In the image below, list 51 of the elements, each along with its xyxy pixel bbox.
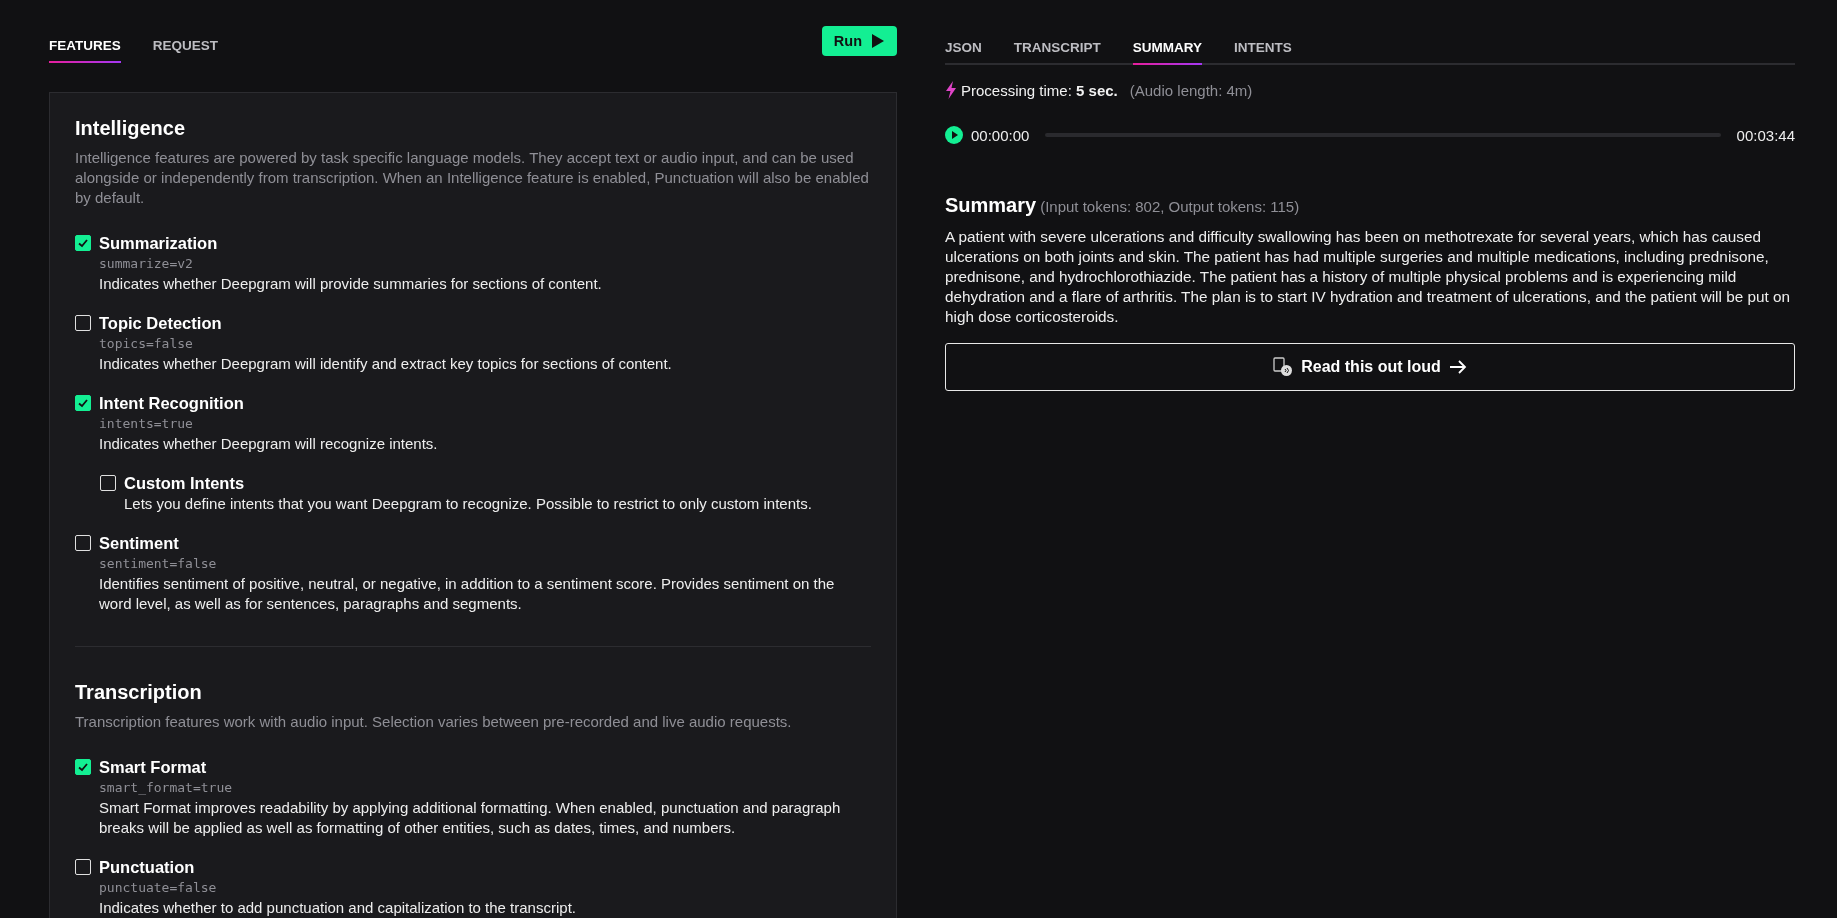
processing-time: Processing time: 5 sec. bbox=[961, 81, 1118, 99]
feature-parameter: smart_format=true bbox=[99, 779, 234, 797]
feature-description: Indicates whether Deepgram will provide summaries for sections of content. bbox=[99, 274, 602, 294]
checkbox[interactable] bbox=[75, 315, 91, 331]
tab[interactable]: TRANSCRIPT bbox=[1013, 40, 1101, 65]
feature-label: Custom Intents bbox=[124, 473, 246, 494]
feature-parameter: summarize=v2 bbox=[99, 255, 194, 273]
summary-title: Summary bbox=[945, 194, 1037, 217]
tab[interactable]: FEATURES bbox=[49, 38, 121, 63]
play-icon[interactable] bbox=[945, 126, 963, 144]
feature-description: Smart Format improves readability by applying additional formatting. When enabled, punctuation and paragraph breaks will be applied as well as formatting of other entities, such as dates, times, and numbers. bbox=[99, 798, 842, 838]
feature-label: Topic Detection bbox=[99, 313, 223, 334]
audio-length: (Audio length: 4m) bbox=[1129, 81, 1253, 99]
checkbox[interactable] bbox=[75, 759, 91, 775]
feature-description: Indicates whether Deepgram will identify and extract key topics for sections of content. bbox=[99, 354, 672, 374]
feature-parameter: topics=false bbox=[99, 335, 194, 353]
feature-label: Smart Format bbox=[99, 757, 208, 778]
section-description: Transcription features work with audio input. Selection varies between pre-recorded and live audio requests. bbox=[75, 712, 793, 732]
feature-parameter: sentiment=false bbox=[99, 555, 218, 573]
feature-description: Indicates whether Deepgram will recognize intents. bbox=[99, 434, 438, 454]
section-title: Transcription bbox=[75, 681, 203, 704]
feature-label: Punctuation bbox=[99, 857, 196, 878]
tab[interactable]: JSON bbox=[945, 40, 982, 65]
summary-text: A patient with severe ulcerations and difficulty swallowing has been on methotrexate for several years, which has caused ulcerations on both joints and skin. The patient has had multiple surgeries and multiple medications, including prednisone, prednisone, and hydrochlorothiazide. The patient has a history of multiple physical problems and is experiencing mild dehydration and a flare of arthritis. The plan is to start IV hydration and treatment of ulcerations, and the patient will be put on high dose corticosteroids. bbox=[945, 227, 1791, 327]
feature-label: Sentiment bbox=[99, 533, 180, 554]
total-time: 00:03:44 bbox=[1736, 126, 1795, 144]
tab[interactable]: SUMMARY bbox=[1132, 40, 1202, 65]
feature-label: Summarization bbox=[99, 233, 219, 254]
checkbox[interactable] bbox=[75, 535, 91, 551]
feature-parameter: punctuate=false bbox=[99, 879, 218, 897]
checkbox[interactable] bbox=[75, 859, 91, 875]
feature-parameter: intents=true bbox=[99, 415, 194, 433]
feature-description: Lets you define intents that you want Deepgram to recognize. Possible to restrict to only custom intents. bbox=[124, 494, 812, 514]
tab[interactable]: REQUEST bbox=[152, 38, 219, 63]
current-time: 00:00:00 bbox=[971, 126, 1030, 144]
feature-label: Intent Recognition bbox=[99, 393, 245, 414]
checkbox[interactable] bbox=[100, 475, 116, 491]
read-aloud-button[interactable]: Read this out loud bbox=[945, 343, 1795, 391]
lightning-icon bbox=[945, 81, 957, 99]
tab[interactable]: INTENTS bbox=[1234, 40, 1292, 65]
play-icon bbox=[871, 33, 885, 49]
feature-description: Indicates whether to add punctuation and capitalization to the transcript. bbox=[99, 898, 576, 918]
checkbox[interactable] bbox=[75, 395, 91, 411]
token-counts: (Input tokens: 802, Output tokens: 115) bbox=[1040, 198, 1300, 215]
checkbox[interactable] bbox=[75, 235, 91, 251]
feature-description: Identifies sentiment of positive, neutral, or negative, in addition to a sentiment score. Provides sentiment on the word level, as well as for sentences, paragraphs and segments. bbox=[99, 574, 836, 614]
section-description: Intelligence features are powered by task specific language models. They accept text or audio input, and can be used alongside or independently from transcription. When an Intelligence feature is enabled, Punctuation will also be enabled by default. bbox=[75, 148, 870, 208]
run-button[interactable]: Run bbox=[821, 26, 897, 56]
section-title: Intelligence bbox=[75, 117, 187, 140]
arrow-right-icon bbox=[1448, 359, 1467, 375]
document-speaker-icon bbox=[1273, 357, 1294, 377]
